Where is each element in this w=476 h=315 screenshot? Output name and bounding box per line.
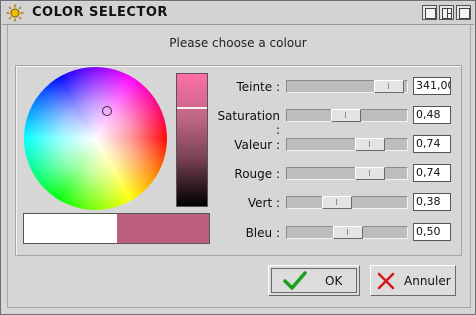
cross-icon: [377, 272, 395, 290]
vert-field[interactable]: 0,38: [413, 193, 451, 211]
saturation-slider-knob[interactable]: [331, 109, 361, 122]
color-wheel[interactable]: [24, 67, 167, 210]
value-strip[interactable]: [176, 73, 208, 207]
teinte-label: Teinte :: [236, 80, 280, 94]
vert-slider-knob[interactable]: [322, 196, 352, 209]
rouge-label: Rouge :: [234, 167, 280, 181]
old-color-swatch: [24, 214, 117, 243]
saturation-label: Saturation :: [217, 109, 280, 137]
color-preview: [23, 213, 210, 244]
vert-slider[interactable]: [286, 196, 408, 209]
ok-button-label: OK: [325, 274, 343, 288]
bleu-label: Bleu :: [245, 226, 280, 240]
valeur-label: Valeur :: [234, 138, 280, 152]
bleu-slider-knob[interactable]: [333, 226, 363, 239]
teinte-field[interactable]: 341,00: [413, 77, 451, 95]
minimize-button[interactable]: [422, 5, 437, 20]
ok-button[interactable]: OK: [268, 265, 360, 296]
rouge-slider[interactable]: [286, 167, 408, 180]
checkmark-icon: [283, 271, 307, 290]
valeur-slider[interactable]: [286, 138, 408, 151]
bleu-field[interactable]: 0,50: [413, 223, 451, 241]
cancel-button[interactable]: Annuler: [370, 265, 456, 296]
vert-label: Vert :: [247, 196, 280, 210]
value-strip-indicator[interactable]: [177, 107, 207, 109]
rouge-slider-knob[interactable]: [355, 167, 385, 180]
saturation-slider[interactable]: [286, 109, 408, 122]
close-window-button[interactable]: [456, 5, 471, 20]
prompt-text: Please choose a colour: [169, 36, 307, 50]
teinte-slider[interactable]: [286, 80, 408, 93]
sun-icon[interactable]: [6, 4, 24, 22]
valeur-field[interactable]: 0,74: [413, 135, 451, 153]
cancel-button-label: Annuler: [404, 274, 451, 288]
saturation-field[interactable]: 0,48: [413, 106, 451, 124]
window-title: COLOR SELECTOR: [32, 5, 168, 20]
bleu-slider[interactable]: [286, 226, 408, 239]
rouge-field[interactable]: 0,74: [413, 164, 451, 182]
maximize-button[interactable]: [439, 5, 454, 20]
new-color-swatch: [116, 214, 209, 243]
color-wheel-marker[interactable]: [102, 106, 112, 116]
teinte-slider-knob[interactable]: [374, 80, 404, 93]
title-bar: COLOR SELECTOR: [2, 2, 474, 25]
valeur-slider-knob[interactable]: [355, 138, 385, 151]
